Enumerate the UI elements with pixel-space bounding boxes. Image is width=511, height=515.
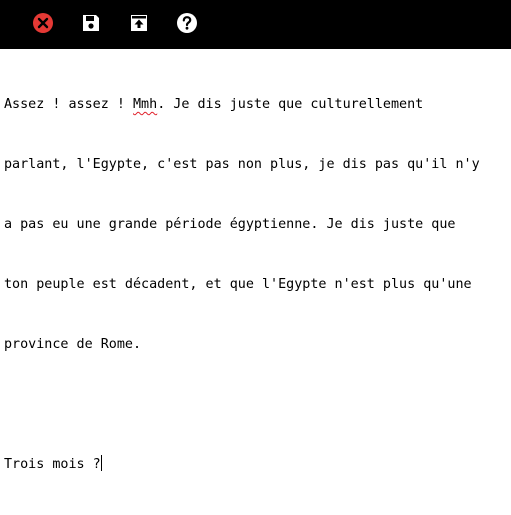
misspelled-word[interactable]: Mmh — [133, 97, 157, 112]
text-cursor — [100, 455, 102, 471]
text-segment: . Je dis juste que culturellement — [157, 97, 424, 112]
help-button[interactable] — [176, 12, 198, 34]
text-segment: Trois mois ? — [4, 457, 101, 472]
text-line-6 — [4, 395, 507, 415]
text-line-5: province de Rome. — [4, 337, 142, 352]
text-line-2: parlant, l'Egypte, c'est pas non plus, j… — [4, 157, 480, 172]
text-line-1: Assez ! assez ! Mmh. Je dis juste que cu… — [4, 95, 507, 115]
text-line-7: Trois mois ? — [4, 455, 507, 475]
close-button[interactable] — [32, 12, 54, 34]
text-line-4: ton peuple est décadent, et que l'Egypte… — [4, 277, 472, 292]
editor-text[interactable]: Assez ! assez ! Mmh. Je dis juste que cu… — [4, 55, 507, 515]
save-icon — [83, 15, 99, 31]
close-icon — [33, 13, 53, 33]
text-editor[interactable]: Assez ! assez ! Mmh. Je dis juste que cu… — [0, 49, 511, 472]
text-line-3: a pas eu une grande période égyptienne. … — [4, 217, 456, 232]
text-segment: Assez ! assez ! — [4, 97, 133, 112]
upload-icon — [131, 15, 147, 31]
upload-button[interactable] — [128, 12, 150, 34]
help-icon — [177, 13, 197, 33]
save-button[interactable] — [80, 12, 102, 34]
toolbar — [0, 0, 511, 49]
